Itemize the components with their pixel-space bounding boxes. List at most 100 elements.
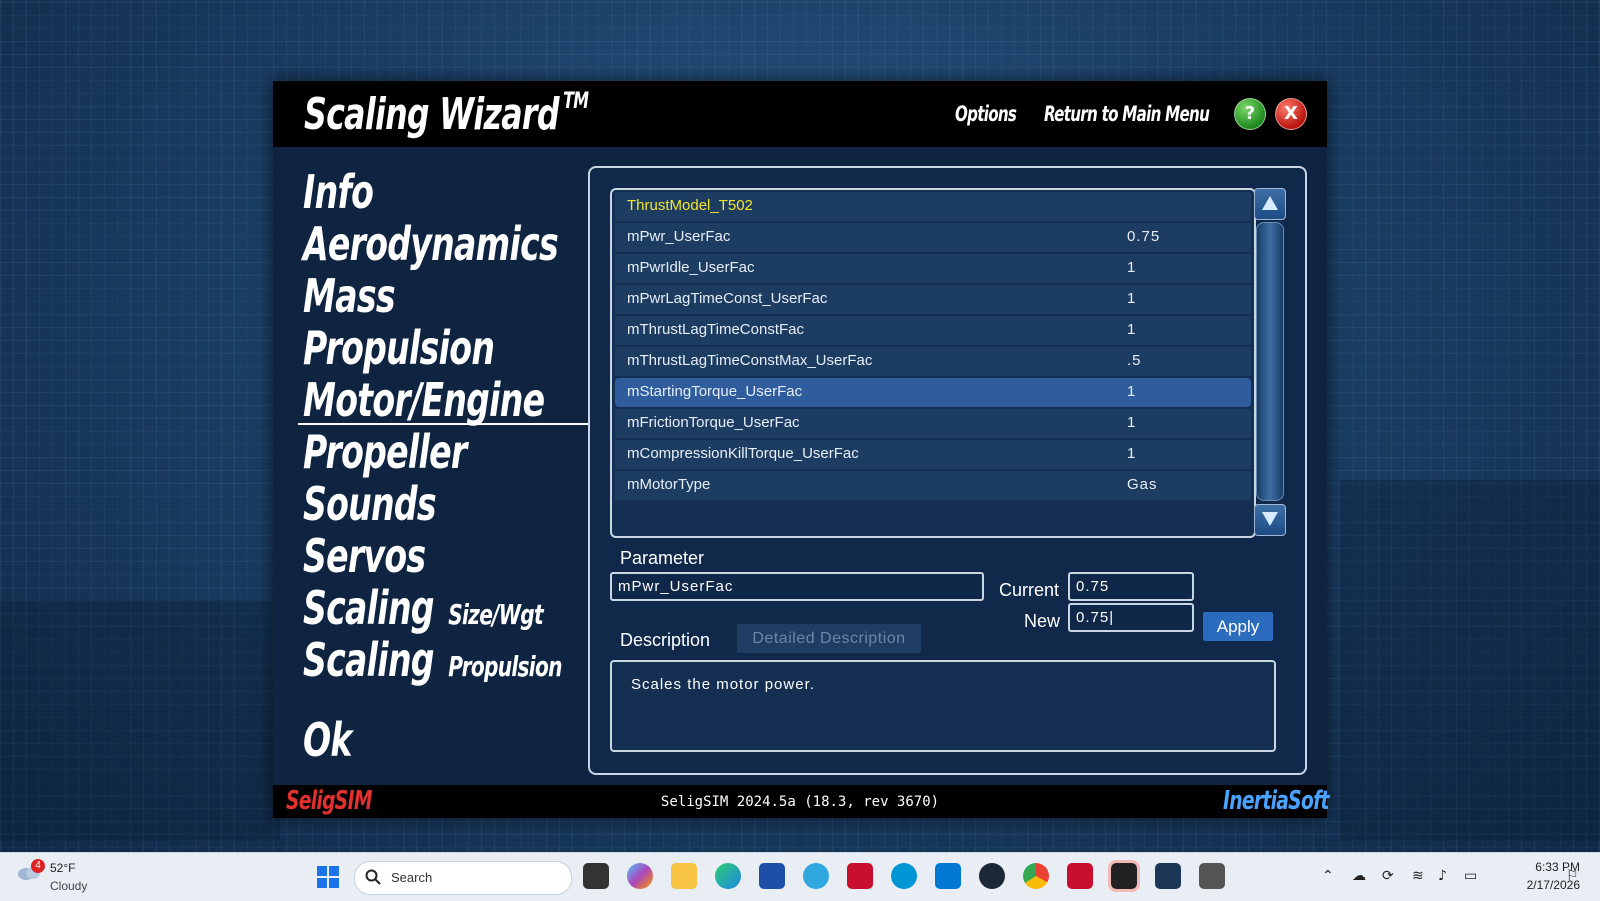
table-row-selected[interactable]: mStartingTorque_UserFac 1 bbox=[615, 378, 1251, 407]
nav-item-scaling-size-wgt[interactable]: Scaling Size/Wgt bbox=[303, 581, 544, 635]
question-icon: ? bbox=[1244, 103, 1256, 124]
table-header-label: ThrustModel_T502 bbox=[627, 197, 753, 214]
scroll-up-button[interactable] bbox=[1254, 188, 1286, 220]
param-name: mStartingTorque_UserFac bbox=[627, 383, 803, 400]
nav-item-info[interactable]: Info bbox=[303, 165, 374, 219]
table-row[interactable]: mPwrIdle_UserFac 1 bbox=[615, 254, 1251, 283]
teams-icon[interactable] bbox=[803, 863, 829, 889]
param-value: 1 bbox=[1127, 414, 1137, 431]
return-to-main-menu-button[interactable]: Return to Main Menu bbox=[1044, 102, 1210, 126]
windows-start-icon[interactable] bbox=[316, 865, 340, 889]
pt-icon[interactable] bbox=[1155, 863, 1181, 889]
close-button[interactable]: X bbox=[1275, 98, 1307, 130]
apply-button[interactable]: Apply bbox=[1203, 612, 1273, 641]
nav-item-label: Motor/Engine bbox=[303, 373, 545, 427]
table-row[interactable]: mPwrLagTimeConst_UserFac 1 bbox=[615, 285, 1251, 314]
hp-icon[interactable] bbox=[891, 863, 917, 889]
nav-item-sublabel: Size/Wgt bbox=[448, 598, 543, 631]
copilot-icon[interactable] bbox=[627, 863, 653, 889]
options-button[interactable]: Options bbox=[955, 102, 1017, 126]
param-value: 1 bbox=[1127, 321, 1137, 338]
detailed-description-button[interactable]: Detailed Description bbox=[737, 624, 921, 653]
nav-item-label: Propulsion bbox=[303, 321, 495, 375]
chrome-icon[interactable] bbox=[1023, 863, 1049, 889]
notification-bell-icon[interactable]: ⚐ bbox=[1566, 868, 1579, 884]
file-explorer-icon[interactable] bbox=[583, 863, 609, 889]
mcafee-icon[interactable] bbox=[847, 863, 873, 889]
table-scrollbar[interactable] bbox=[1254, 188, 1286, 536]
param-value: 1 bbox=[1127, 445, 1137, 462]
sync-icon[interactable]: ⟳ bbox=[1382, 868, 1394, 884]
weather-temperature[interactable]: 52°F bbox=[50, 861, 75, 875]
version-text: SeligSIM 2024.5a (18.3, rev 3670) bbox=[660, 794, 940, 810]
search-placeholder: Search bbox=[391, 870, 433, 885]
steam-icon[interactable] bbox=[979, 863, 1005, 889]
param-name: mCompressionKillTorque_UserFac bbox=[627, 445, 859, 462]
battery-icon[interactable]: ▭ bbox=[1464, 868, 1477, 884]
table-row[interactable]: mThrustLagTimeConstFac 1 bbox=[615, 316, 1251, 345]
scaling-wizard-window: Scaling Wizard TM Options Return to Main … bbox=[273, 81, 1329, 818]
search-icon bbox=[365, 869, 381, 885]
nav-item-sublabel: Propulsion bbox=[448, 650, 562, 683]
nav-item-motor-engine[interactable]: Motor/Engine bbox=[303, 373, 545, 427]
nav-item-propulsion[interactable]: Propulsion bbox=[303, 321, 495, 375]
current-value-field[interactable]: 0.75 bbox=[1068, 572, 1194, 601]
new-value-input[interactable]: 0.75| bbox=[1068, 603, 1194, 632]
nav-item-label: Info bbox=[303, 165, 374, 219]
nav-item-sounds[interactable]: Sounds bbox=[303, 477, 437, 531]
param-name: mMotorType bbox=[627, 476, 711, 493]
current-label: Current bbox=[999, 580, 1060, 600]
speaker-muted-icon[interactable]: ♪ bbox=[1438, 868, 1447, 884]
store-icon[interactable] bbox=[759, 863, 785, 889]
nav-item-label: Sounds bbox=[303, 477, 437, 531]
nav-item-scaling-propulsion[interactable]: Scaling Propulsion bbox=[303, 633, 562, 687]
param-value: 1 bbox=[1127, 383, 1137, 400]
nav-item-servos[interactable]: Servos bbox=[303, 529, 426, 583]
param-value: 1 bbox=[1127, 290, 1137, 307]
param-name: mPwrIdle_UserFac bbox=[627, 259, 755, 276]
table-row[interactable]: mFrictionTorque_UserFac 1 bbox=[615, 409, 1251, 438]
trademark-mark: TM bbox=[563, 89, 589, 114]
terminal-icon[interactable] bbox=[1108, 860, 1140, 892]
wifi-icon[interactable]: ≋ bbox=[1412, 868, 1424, 884]
nav-item-mass[interactable]: Mass bbox=[303, 269, 396, 323]
scroll-down-button[interactable] bbox=[1254, 504, 1286, 536]
description-label: Description bbox=[620, 630, 711, 650]
param-name: mThrustLagTimeConstFac bbox=[627, 321, 804, 338]
game-icon[interactable] bbox=[1199, 863, 1225, 889]
table-header-row: ThrustModel_T502 bbox=[615, 192, 1251, 221]
nav-item-aerodynamics[interactable]: Aerodynamics bbox=[303, 217, 559, 271]
notification-badge: 4 bbox=[31, 859, 45, 873]
folder-icon[interactable] bbox=[671, 863, 697, 889]
param-name: mFrictionTorque_UserFac bbox=[627, 414, 800, 431]
param-value: .5 bbox=[1127, 352, 1142, 369]
nav-item-label: Scaling bbox=[303, 581, 435, 635]
ok-button-label: Ok bbox=[303, 713, 352, 767]
table-row[interactable]: mPwr_UserFac 0.75 bbox=[615, 223, 1251, 252]
weather-condition[interactable]: Cloudy bbox=[50, 879, 87, 893]
help-button[interactable]: ? bbox=[1234, 98, 1266, 130]
parameter-label: Parameter bbox=[620, 548, 705, 568]
background-block bbox=[0, 600, 280, 840]
ok-button[interactable]: Ok bbox=[303, 713, 352, 767]
nav-item-propeller[interactable]: Propeller bbox=[303, 425, 467, 479]
scroll-track[interactable] bbox=[1256, 222, 1284, 501]
description-box: Scales the motor power. bbox=[610, 660, 1276, 752]
window-title-text: Scaling Wizard bbox=[304, 89, 560, 140]
nav-item-label: Aerodynamics bbox=[303, 217, 559, 271]
table-row[interactable]: mThrustLagTimeConstMax_UserFac .5 bbox=[615, 347, 1251, 376]
window-title: Scaling Wizard TM bbox=[304, 89, 589, 140]
onedrive-icon[interactable]: ☁ bbox=[1352, 868, 1366, 884]
nav-item-label: Servos bbox=[303, 529, 426, 583]
table-row[interactable]: mMotorType Gas bbox=[615, 471, 1251, 500]
vscode-icon[interactable] bbox=[935, 863, 961, 889]
description-text: Scales the motor power. bbox=[631, 676, 815, 693]
nav-item-label: Scaling bbox=[303, 633, 435, 687]
table-row[interactable]: mCompressionKillTorque_UserFac 1 bbox=[615, 440, 1251, 469]
edge-icon[interactable] bbox=[715, 863, 741, 889]
mcafee-security-icon[interactable] bbox=[1067, 863, 1093, 889]
parameter-name-field[interactable]: mPwr_UserFac bbox=[610, 572, 984, 601]
taskbar-search[interactable]: Search bbox=[354, 861, 572, 895]
chevron-up-icon[interactable]: ⌃ bbox=[1322, 868, 1334, 884]
status-bar: SeligSIM SeligSIM 2024.5a (18.3, rev 367… bbox=[273, 785, 1329, 818]
